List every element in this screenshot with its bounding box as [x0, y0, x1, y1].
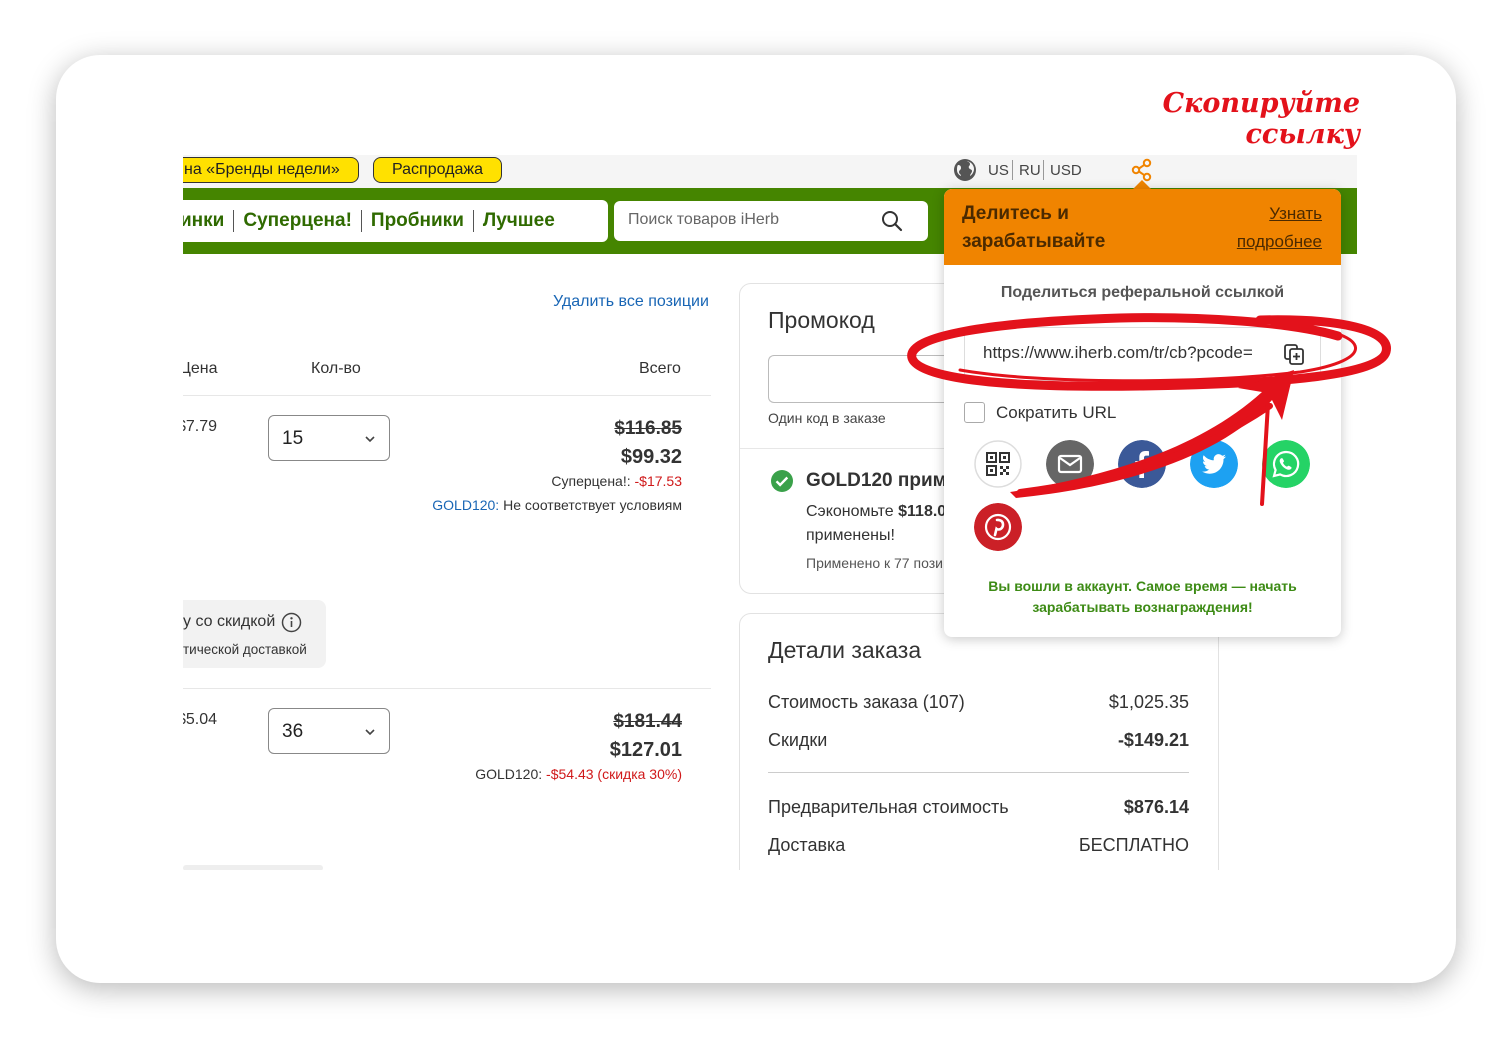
locale-separator [1012, 160, 1013, 180]
nav-link-best[interactable]: Лучшее [474, 210, 564, 232]
brands-week-pill[interactable]: на «Бренды недели» [183, 157, 359, 183]
promo-note: Один код в заказе [768, 410, 886, 426]
discount-shipping-banner: у со скидкой тической доставкой [183, 600, 326, 668]
chevron-down-icon [365, 436, 375, 443]
savings-prefix: Сэкономьте [806, 503, 894, 520]
order-subtotal-value: $1,025.35 [1108, 692, 1189, 712]
discount-label: GOLD120: [475, 766, 543, 782]
discounts-value: -$149.21 [1117, 730, 1189, 750]
item1-total: $99.32 [620, 446, 682, 468]
column-qty: Кол-во [311, 360, 361, 377]
item1-qty-value: 15 [282, 428, 304, 449]
item2-qty-value: 36 [282, 721, 304, 742]
promo-title: Промокод [768, 307, 875, 333]
item2-discount: GOLD120: -$54.43 (скидка 30%) [475, 766, 682, 782]
clear-all-link[interactable]: Удалить все позиции [553, 293, 709, 311]
order-subtotal-label: Стоимость заказа (107) [768, 692, 965, 712]
annotation-title: Скопируйте ссылку [1162, 88, 1360, 150]
banner-line2: тической доставкой [183, 642, 307, 657]
discounts-label: Скидки [768, 730, 828, 750]
item1-qty-select[interactable]: 15 [268, 415, 390, 461]
coupon-status-text: Не соответствует условиям [503, 497, 682, 513]
item1-old-total: $116.85 [614, 418, 682, 439]
search-bar [614, 201, 928, 241]
column-price: Цена [183, 360, 218, 377]
logged-in-message: Вы вошли в аккаунт. Самое время — начать… [988, 578, 1297, 615]
coupon-applied-title: GOLD120 приме [806, 470, 958, 491]
locale-language[interactable]: RU [1019, 162, 1041, 179]
email-icon[interactable] [1046, 440, 1094, 488]
promo-code-input[interactable] [768, 355, 968, 403]
sale-pill[interactable]: Распродажа [373, 157, 502, 183]
item1-price: $7.79 [183, 418, 218, 435]
learn-more-link[interactable]: Узнать подробнее [1212, 200, 1322, 256]
coupon-applied-text: применены! [806, 527, 895, 544]
item2-old-total: $181.44 [613, 711, 682, 732]
facebook-icon[interactable] [1118, 440, 1166, 488]
column-total: Всего [639, 360, 681, 377]
locale-separator [1043, 160, 1044, 180]
share-popover: Делитесь и зарабатывайте Узнать подробне… [944, 189, 1341, 637]
top-strip: на «Бренды недели» Распродажа US RU USD [183, 155, 1357, 188]
divider [768, 772, 1189, 773]
chevron-down-icon [365, 729, 375, 736]
coupon-savings: Сэкономьте $118.0 [806, 503, 946, 521]
divider [183, 688, 711, 689]
search-input[interactable] [628, 211, 868, 229]
item2-qty-select[interactable]: 36 [268, 708, 390, 754]
twitter-icon[interactable] [1190, 440, 1238, 488]
order-details-title: Детали заказа [768, 637, 922, 663]
preliminary-total-label: Предварительная стоимость [768, 797, 1009, 817]
share-subtitle: Поделиться реферальной ссылкой [1000, 284, 1285, 301]
shorten-url-checkbox[interactable] [964, 402, 985, 423]
savings-amount: $118.0 [898, 503, 947, 520]
globe-icon[interactable] [953, 158, 977, 182]
banner-line1: у со скидкой [183, 613, 276, 630]
qr-code-icon[interactable] [974, 440, 1022, 488]
nav-link-samples-partial[interactable]: инки [183, 210, 235, 232]
discount-value: -$54.43 (скидка 30%) [546, 766, 682, 782]
nav-link-trials[interactable]: Пробники [362, 210, 474, 232]
check-circle-icon [771, 470, 793, 492]
locale-currency[interactable]: USD [1050, 162, 1082, 179]
item1-discount: Суперцена!: -$17.53 [551, 473, 682, 489]
coupon-applied-count: Применено к 77 пози [806, 555, 943, 571]
referral-url-field[interactable]: https://www.iherb.com/tr/cb?pcode= [964, 327, 1321, 381]
share-popover-header: Делитесь и зарабатывайте Узнать подробне… [944, 189, 1341, 265]
info-icon[interactable] [281, 612, 302, 633]
shorten-url-label: Сократить URL [996, 403, 1117, 422]
copy-icon[interactable] [1282, 342, 1306, 366]
divider [183, 395, 711, 396]
pinterest-icon[interactable] [974, 503, 1022, 551]
search-icon[interactable] [880, 209, 904, 233]
preliminary-total-value: $876.14 [1123, 797, 1189, 817]
nav-link-superprice[interactable]: Суперцена! [234, 210, 362, 232]
item1-coupon-status: GOLD120: Не соответствует условиям [432, 497, 682, 513]
item2-total: $127.01 [609, 739, 682, 761]
nav-links: инки Суперцена! Пробники Лучшее [183, 200, 608, 242]
discount-value: -$17.53 [634, 473, 682, 489]
referral-url-text[interactable]: https://www.iherb.com/tr/cb?pcode= [983, 343, 1267, 363]
item2-price: $5.04 [183, 711, 218, 728]
share-icon[interactable] [1131, 158, 1153, 182]
shipping-value: БЕСПЛАТНО [1078, 835, 1189, 855]
locale-country[interactable]: US [988, 162, 1009, 179]
share-popover-title: Делитесь и зарабатывайте [962, 203, 1106, 252]
discount-label: Суперцена!: [551, 473, 631, 489]
coupon-code[interactable]: GOLD120: [432, 497, 499, 513]
whatsapp-icon[interactable] [1262, 440, 1310, 488]
next-item-edge [183, 865, 323, 870]
shipping-label: Доставка [768, 835, 846, 855]
